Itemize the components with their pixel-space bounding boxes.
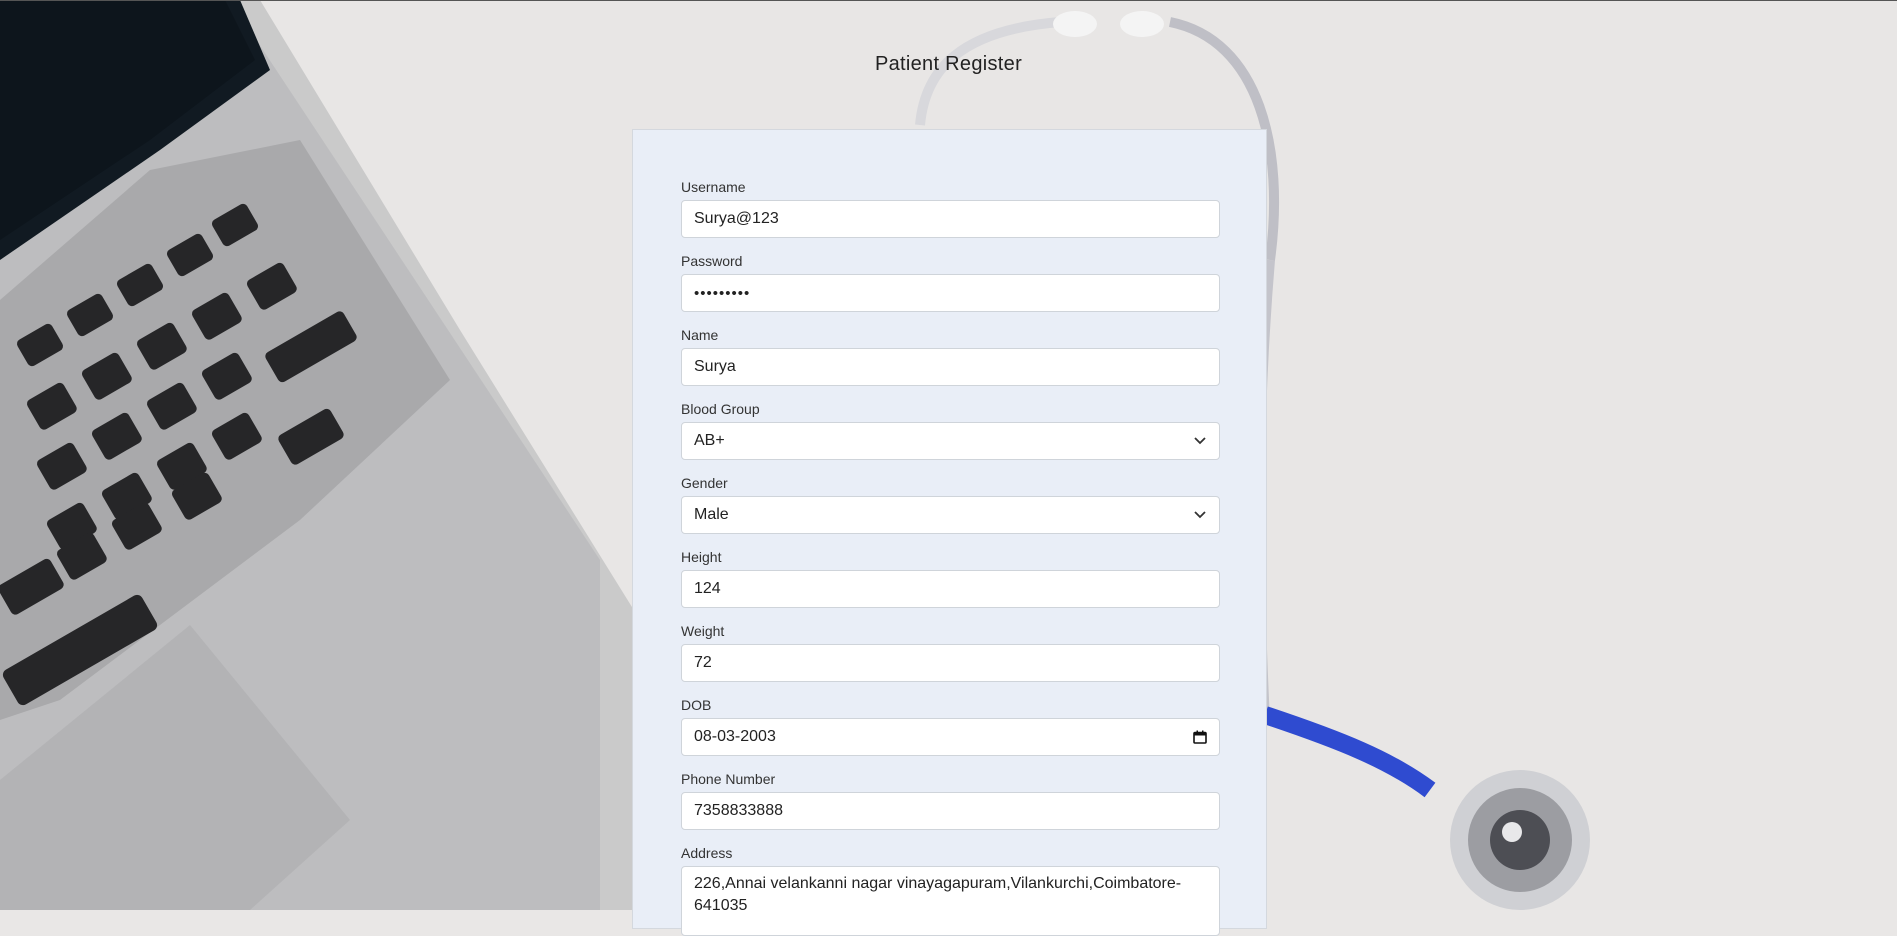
password-field-group: Password •••••••••: [681, 252, 1220, 312]
name-label: Name: [681, 327, 719, 343]
chevron-down-icon: [1193, 508, 1207, 522]
height-value: 124: [694, 580, 721, 597]
page-title: Patient Register: [874, 53, 1023, 75]
phone-input[interactable]: 7358833888: [681, 792, 1220, 830]
gender-select[interactable]: Male: [681, 496, 1220, 534]
phone-value: 7358833888: [694, 802, 783, 819]
height-input[interactable]: 124: [681, 570, 1220, 608]
name-input[interactable]: Surya: [681, 348, 1220, 386]
address-label: Address: [681, 845, 733, 861]
weight-label: Weight: [681, 623, 725, 639]
username-value: Surya@123: [694, 210, 779, 227]
address-field-group: Address 226,Annai velankanni nagar vinay…: [681, 844, 1220, 936]
dob-input[interactable]: 08-03-2003: [681, 718, 1220, 756]
height-field-group: Height 124: [681, 548, 1220, 608]
username-field-group: Username Surya@123: [681, 178, 1220, 238]
address-textarea[interactable]: 226,Annai velankanni nagar vinayagapuram…: [681, 866, 1220, 936]
phone-label: Phone Number: [681, 771, 776, 787]
username-label: Username: [681, 179, 746, 195]
register-form-card: Username Surya@123 Password ••••••••• Na…: [632, 129, 1267, 936]
gender-field-group: Gender Male: [681, 474, 1220, 534]
password-value: •••••••••: [694, 284, 751, 302]
gender-value: Male: [694, 506, 729, 523]
name-field-group: Name Surya: [681, 326, 1220, 386]
username-input[interactable]: Surya@123: [681, 200, 1220, 238]
dob-value: 08-03-2003: [694, 728, 776, 745]
phone-field-group: Phone Number 7358833888: [681, 770, 1220, 830]
weight-input[interactable]: 72: [681, 644, 1220, 682]
name-value: Surya: [694, 358, 736, 375]
weight-value: 72: [694, 654, 712, 671]
blood-group-value: AB+: [694, 432, 725, 449]
dob-label: DOB: [681, 697, 712, 713]
gender-label: Gender: [681, 475, 728, 491]
blood-group-field-group: Blood Group AB+: [681, 400, 1220, 460]
weight-field-group: Weight 72: [681, 622, 1220, 682]
blood-group-select[interactable]: AB+: [681, 422, 1220, 460]
password-label: Password: [681, 253, 743, 269]
calendar-icon[interactable]: [1193, 730, 1207, 744]
dob-field-group: DOB 08-03-2003: [681, 696, 1220, 756]
blood-group-label: Blood Group: [681, 401, 760, 417]
top-border: [0, 0, 1897, 1]
chevron-down-icon: [1193, 434, 1207, 448]
height-label: Height: [681, 549, 722, 565]
password-input[interactable]: •••••••••: [681, 274, 1220, 312]
